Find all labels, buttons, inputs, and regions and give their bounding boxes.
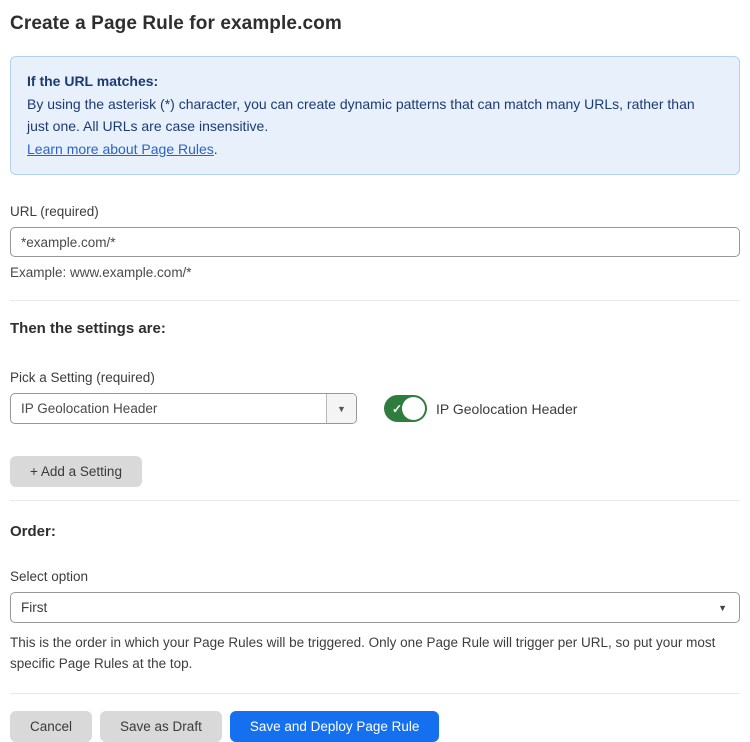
save-and-deploy-button[interactable]: Save and Deploy Page Rule	[230, 711, 440, 742]
url-matches-info-box: If the URL matches: By using the asteris…	[10, 56, 740, 175]
divider	[10, 500, 740, 501]
order-select-label: Select option	[10, 569, 740, 584]
order-select[interactable]: First ▼	[10, 592, 740, 623]
toggle-label: IP Geolocation Header	[436, 401, 577, 417]
order-section-heading: Order:	[10, 523, 740, 540]
setting-row: IP Geolocation Header ▼ ✓ IP Geolocation…	[10, 393, 740, 424]
page-title: Create a Page Rule for example.com	[10, 13, 740, 35]
order-select-value: First	[21, 600, 47, 615]
footer-button-bar: Cancel Save as Draft Save and Deploy Pag…	[10, 711, 740, 742]
add-setting-button[interactable]: + Add a Setting	[10, 456, 142, 487]
url-input[interactable]	[10, 227, 740, 257]
info-box-link-row: Learn more about Page Rules.	[27, 138, 723, 161]
learn-more-link[interactable]: Learn more about Page Rules	[27, 141, 214, 157]
toggle-knob	[402, 397, 425, 420]
divider	[10, 693, 740, 694]
setting-select[interactable]: IP Geolocation Header ▼	[10, 393, 357, 424]
pick-setting-label: Pick a Setting (required)	[10, 370, 740, 385]
ip-geolocation-toggle[interactable]: ✓	[384, 395, 427, 422]
check-icon: ✓	[392, 403, 402, 415]
chevron-down-icon: ▼	[718, 603, 727, 613]
setting-select-arrow-button[interactable]: ▼	[326, 394, 356, 423]
info-box-heading: If the URL matches:	[27, 70, 723, 93]
info-box-body: By using the asterisk (*) character, you…	[27, 93, 717, 138]
url-example-text: Example: www.example.com/*	[10, 265, 740, 280]
url-field-label: URL (required)	[10, 204, 740, 219]
setting-select-value: IP Geolocation Header	[11, 394, 326, 423]
order-help-text: This is the order in which your Page Rul…	[10, 632, 740, 674]
link-suffix: .	[214, 141, 218, 157]
cancel-button[interactable]: Cancel	[10, 711, 92, 742]
save-as-draft-button[interactable]: Save as Draft	[100, 711, 222, 742]
settings-section-heading: Then the settings are:	[10, 320, 740, 337]
divider	[10, 300, 740, 301]
chevron-down-icon: ▼	[337, 404, 346, 414]
